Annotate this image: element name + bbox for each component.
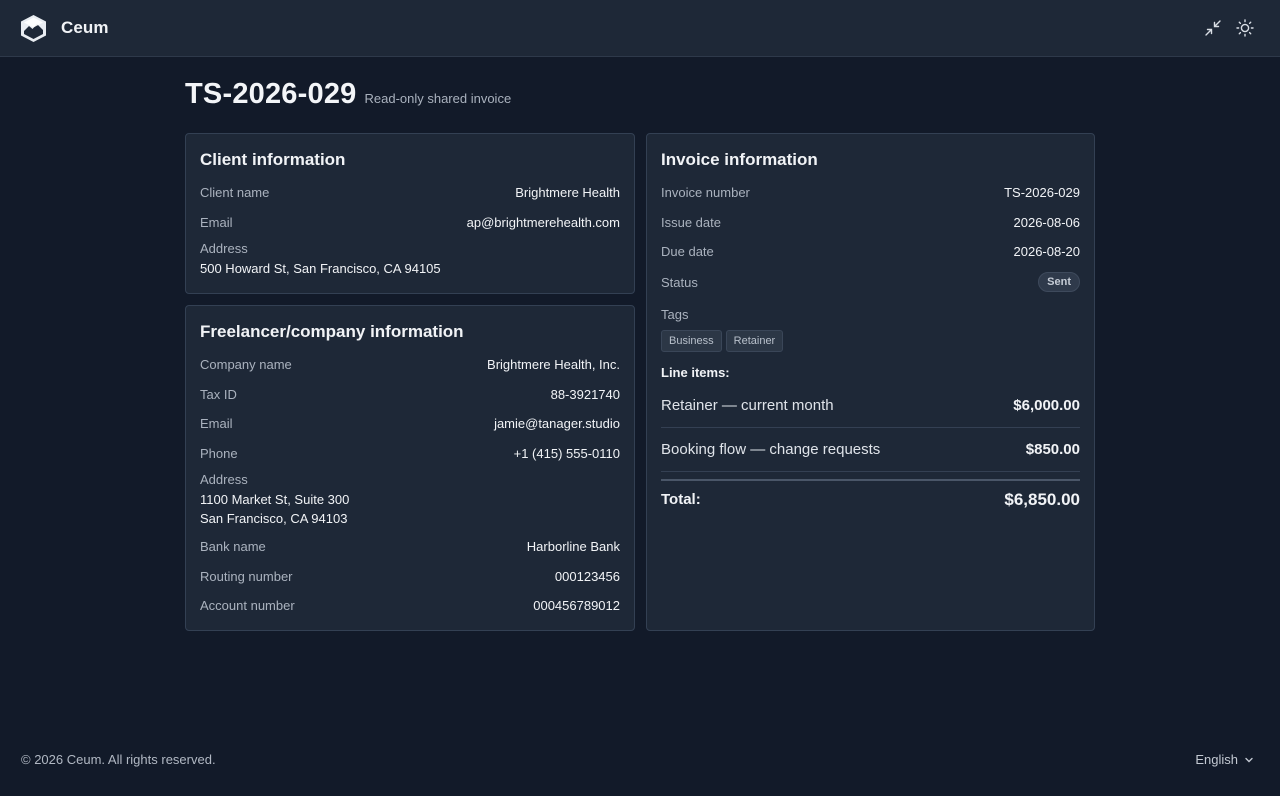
page-title: TS-2026-029 <box>185 78 357 110</box>
line-items-label: Line items: <box>661 364 730 380</box>
field-label: Routing number <box>200 568 293 584</box>
line-item: Retainer — current month $6,000.00 <box>661 384 1080 428</box>
field-label: Address <box>200 471 248 487</box>
field-label: Issue date <box>661 214 721 230</box>
field-label: Email <box>200 214 233 230</box>
client-address: 500 Howard St, San Francisco, CA 94105 <box>200 261 441 276</box>
tax-id: 88-3921740 <box>550 386 620 402</box>
tag: Business <box>661 329 722 352</box>
phone-row: Phone +1 (415) 555-0110 <box>200 439 620 469</box>
minimize-icon[interactable] <box>1204 19 1222 37</box>
chevron-down-icon <box>1245 757 1253 762</box>
field-label: Client name <box>200 185 270 201</box>
line-item-description: Booking flow — change requests <box>661 440 881 458</box>
page-subtitle: Read-only shared invoice <box>364 91 512 106</box>
line-item: Booking flow — change requests $850.00 <box>661 428 1080 472</box>
card-title: Invoice information <box>661 150 818 169</box>
issue-date: 2026-08-06 <box>1013 214 1081 230</box>
language-selector[interactable]: English <box>1195 752 1254 767</box>
client-email: ap@brightmerehealth.com <box>466 214 620 230</box>
due-date: 2026-08-20 <box>1013 244 1081 260</box>
tax-id-row: Tax ID 88-3921740 <box>200 380 620 410</box>
tag: Retainer <box>725 329 784 352</box>
invoice-number: TS-2026-029 <box>1004 185 1080 201</box>
invoice-info-card: Invoice information Invoice number TS-20… <box>646 133 1095 631</box>
app-name: Ceum <box>61 18 109 37</box>
field-label: Phone <box>200 445 238 461</box>
routing-row: Routing number 000123456 <box>200 562 620 592</box>
tag-list: Business Retainer <box>661 329 1080 352</box>
bank-row: Bank name Harborline Bank <box>200 532 620 562</box>
top-bar: Ceum <box>0 0 1280 57</box>
language-label: English <box>1195 752 1238 767</box>
due-date-row: Due date 2026-08-20 <box>661 237 1080 267</box>
field-label: Tax ID <box>200 386 237 402</box>
status-row: Status Sent <box>661 267 1080 298</box>
page-header: TS-2026-029 Read-only shared invoice <box>185 78 511 111</box>
phone: +1 (415) 555-0110 <box>513 445 620 461</box>
copyright: © 2026 Ceum. All rights reserved. <box>21 752 216 767</box>
company-info-card: Freelancer/company information Company n… <box>185 305 635 631</box>
client-info-card: Client information Client name Brightmer… <box>185 133 635 294</box>
card-title: Freelancer/company information <box>200 322 464 341</box>
company-name-row: Company name Brightmere Health, Inc. <box>200 350 620 380</box>
field-label: Due date <box>661 244 714 260</box>
client-name: Brightmere Health <box>515 185 620 201</box>
line-item-amount: $850.00 <box>1025 440 1080 458</box>
total-row: Total: $6,850.00 <box>661 478 1080 519</box>
company-address-line2: San Francisco, CA 94103 <box>200 511 348 526</box>
field-label: Status <box>661 274 698 290</box>
field-label: Account number <box>200 598 295 614</box>
issue-date-row: Issue date 2026-08-06 <box>661 208 1080 238</box>
client-name-row: Client name Brightmere Health <box>200 178 620 208</box>
sun-icon[interactable] <box>1236 19 1254 37</box>
company-email: jamie@tanager.studio <box>494 416 620 432</box>
brand[interactable]: Ceum <box>20 14 109 43</box>
company-email-row: Email jamie@tanager.studio <box>200 409 620 439</box>
total-amount: $6,850.00 <box>1004 489 1080 509</box>
field-label: Bank name <box>200 539 266 555</box>
routing-number: 000123456 <box>554 568 620 584</box>
total-label: Total: <box>661 491 701 508</box>
field-label: Invoice number <box>661 185 750 201</box>
field-label: Tags <box>661 307 689 322</box>
invoice-number-row: Invoice number TS-2026-029 <box>661 178 1080 208</box>
card-title: Client information <box>200 150 346 169</box>
client-email-row: Email ap@brightmerehealth.com <box>200 208 620 238</box>
field-label: Address <box>200 240 248 256</box>
company-name: Brightmere Health, Inc. <box>487 357 620 373</box>
bank-name: Harborline Bank <box>526 539 620 555</box>
account-row: Account number 000456789012 <box>200 591 620 621</box>
line-item-description: Retainer — current month <box>661 396 834 414</box>
status-badge: Sent <box>1038 272 1080 292</box>
logo-icon <box>21 14 46 42</box>
field-label: Company name <box>200 357 292 373</box>
field-label: Email <box>200 416 233 432</box>
account-number: 000456789012 <box>533 598 620 614</box>
line-item-amount: $6,000.00 <box>1013 396 1080 414</box>
company-address-line1: 1100 Market St, Suite 300 <box>200 492 350 507</box>
